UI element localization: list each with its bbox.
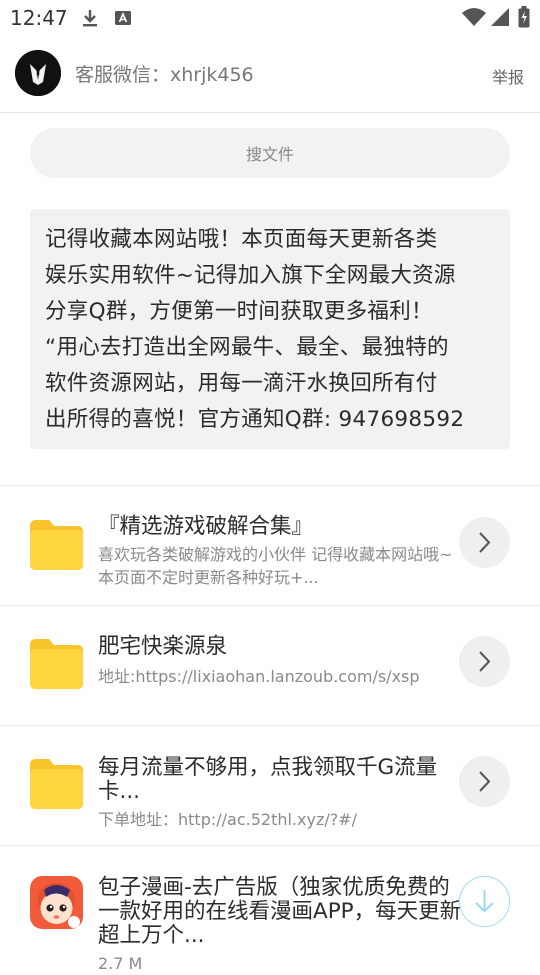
list-item[interactable]: 『精选游戏破解合集』 喜欢玩各类破解游戏的小伙伴 记得收藏本网站哦~本页面不定时… bbox=[0, 486, 540, 606]
report-link[interactable]: 举报 bbox=[492, 64, 524, 88]
list-item[interactable]: 每月流量不够用，点我领取千G流量卡... 下单地址：http://ac.52th… bbox=[0, 726, 540, 846]
open-item-button[interactable] bbox=[459, 517, 510, 568]
signal-icon bbox=[490, 7, 510, 31]
chevron-right-icon bbox=[459, 771, 510, 811]
open-item-button[interactable] bbox=[459, 756, 510, 807]
avatar[interactable] bbox=[15, 50, 61, 96]
keyboard-icon bbox=[114, 10, 132, 30]
item-title: 每月流量不够用，点我领取千G流量卡... bbox=[98, 755, 438, 804]
open-item-button[interactable] bbox=[459, 636, 510, 687]
notice-text: 记得收藏本网站哦！本页面每天更新各类 娱乐实用软件~记得加入旗下全网最大资源 分… bbox=[45, 227, 465, 432]
download-icon bbox=[80, 8, 100, 32]
header-title: 客服微信：xhrjk456 bbox=[75, 64, 254, 86]
item-title: 包子漫画-去广告版（独家优质免费的一款好用的在线看漫画APP，每天更新超上万个.… bbox=[98, 875, 462, 948]
item-title: 『精选游戏破解合集』 bbox=[98, 514, 314, 539]
item-subtitle: 下单地址：http://ac.52thl.xyz/?#/ bbox=[98, 810, 358, 829]
notice-panel: 记得收藏本网站哦！本页面每天更新各类 娱乐实用软件~记得加入旗下全网最大资源 分… bbox=[30, 209, 510, 449]
app-icon bbox=[30, 876, 83, 929]
battery-icon bbox=[518, 6, 530, 32]
folder-icon bbox=[30, 639, 83, 689]
list-item[interactable]: 肥宅快楽源泉 地址:https://lixiaohan.lanzoub.com/… bbox=[0, 606, 540, 726]
header-bar: 客服微信：xhrjk456 举报 bbox=[0, 36, 540, 113]
status-time: 12:47 bbox=[10, 6, 68, 30]
folder-icon bbox=[30, 520, 83, 570]
wifi-icon bbox=[461, 7, 487, 31]
download-button[interactable] bbox=[459, 876, 510, 927]
chevron-right-icon bbox=[459, 651, 510, 691]
status-bar: 12:47 bbox=[0, 0, 540, 36]
search-files-button[interactable]: 搜文件 bbox=[30, 128, 510, 178]
search-label: 搜文件 bbox=[245, 145, 294, 164]
item-title: 肥宅快楽源泉 bbox=[98, 634, 228, 659]
item-subtitle: 地址:https://lixiaohan.lanzoub.com/s/xsp bbox=[98, 667, 420, 686]
item-subtitle: 喜欢玩各类破解游戏的小伙伴 记得收藏本网站哦~本页面不定时更新各种好玩+... bbox=[98, 545, 453, 587]
download-arrow-icon bbox=[460, 890, 509, 930]
item-subtitle: 2.7 M bbox=[98, 954, 143, 973]
chevron-right-icon bbox=[459, 532, 510, 572]
folder-icon bbox=[30, 759, 83, 809]
